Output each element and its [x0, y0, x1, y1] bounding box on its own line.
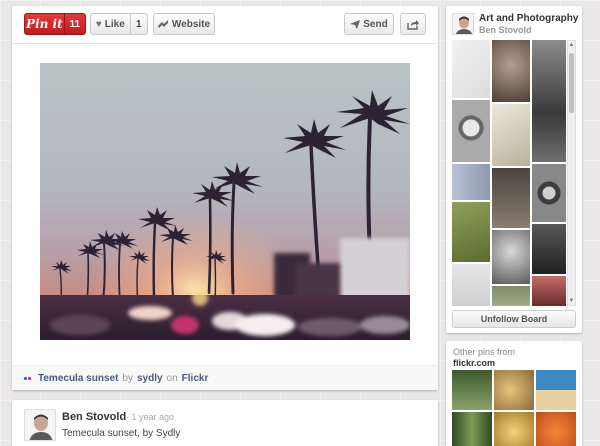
other-pins-source[interactable]: flickr.com: [453, 358, 495, 368]
send-icon: [350, 19, 361, 29]
other-pin-thumbnail[interactable]: [536, 412, 576, 446]
other-pins-thumbnails: [452, 370, 578, 446]
pin-photo[interactable]: [40, 63, 410, 340]
pin-toolbar: Pin it 11 ♥ Like 1 Website Send: [12, 6, 438, 44]
pin-attribution: Temecula sunset by sydly on Flickr: [12, 365, 438, 390]
pin-author-link[interactable]: sydly: [137, 373, 163, 384]
like-count: 1: [129, 14, 147, 34]
caption-on-text: on: [166, 372, 178, 384]
share-button[interactable]: [400, 13, 426, 35]
board-thumbnail[interactable]: [532, 164, 566, 222]
board-thumbnail[interactable]: [492, 230, 530, 284]
other-pin-thumbnail[interactable]: [494, 412, 534, 446]
flickr-icon: [24, 376, 31, 380]
scroll-up-icon[interactable]: ▲: [568, 41, 575, 49]
pin-it-count: 11: [63, 14, 85, 34]
website-icon: [157, 19, 168, 28]
share-icon: [407, 19, 419, 30]
pin-it-button[interactable]: Pin it 11: [24, 13, 86, 35]
scroll-down-icon[interactable]: ▼: [568, 297, 575, 305]
scrollbar-thumb[interactable]: [569, 53, 574, 113]
pin-title-link[interactable]: Temecula sunset: [38, 373, 118, 384]
board-owner[interactable]: Ben Stovold: [479, 25, 532, 35]
board-title[interactable]: Art and Photography: [479, 13, 578, 24]
comment-author-name[interactable]: Ben Stovold: [62, 411, 126, 423]
board-thumbnail[interactable]: [492, 286, 530, 306]
board-thumbnail[interactable]: [452, 40, 490, 98]
avatar[interactable]: [24, 409, 56, 441]
comment-timestamp: · 1 year ago: [126, 412, 175, 422]
caption-by-text: by: [122, 372, 133, 384]
board-thumbnail[interactable]: [492, 104, 530, 166]
like-label: Like: [104, 18, 125, 30]
other-pin-thumbnail[interactable]: [536, 370, 576, 410]
pin-it-label: Pin it: [26, 17, 63, 31]
other-pin-thumbnail[interactable]: [494, 370, 534, 410]
board-thumbnail[interactable]: [532, 276, 566, 306]
comment-text: Temecula sunset, by Sydly: [62, 428, 181, 439]
unfollow-board-button[interactable]: Unfollow Board: [452, 310, 576, 328]
board-scrollbar[interactable]: ▲ ▼: [567, 40, 576, 306]
pin-source-link[interactable]: Flickr: [182, 373, 209, 384]
heart-icon: ♥: [95, 18, 102, 30]
board-thumbnail[interactable]: [492, 168, 530, 228]
send-button[interactable]: Send: [344, 13, 394, 35]
website-button[interactable]: Website: [153, 13, 215, 35]
other-pin-thumbnail[interactable]: [452, 370, 492, 410]
board-owner-avatar[interactable]: [452, 13, 474, 35]
other-pins-card: Other pins from flickr.com: [446, 341, 582, 446]
board-thumbnails: [452, 40, 566, 306]
other-pins-label: Other pins from: [453, 347, 516, 357]
pin-card: Pin it 11 ♥ Like 1 Website Send Temecula…: [12, 6, 438, 390]
other-pins-heading: Other pins from flickr.com: [453, 347, 515, 369]
board-thumbnail[interactable]: [452, 164, 490, 200]
send-label: Send: [363, 18, 388, 30]
board-thumbnail[interactable]: [452, 264, 490, 306]
other-pin-thumbnail[interactable]: [452, 412, 492, 446]
board-thumbnail[interactable]: [452, 202, 490, 262]
board-thumbnail[interactable]: [532, 40, 566, 162]
website-label: Website: [171, 18, 211, 30]
board-thumbnail[interactable]: [452, 100, 490, 162]
board-thumbnail[interactable]: [532, 224, 566, 274]
board-thumbnail[interactable]: [492, 40, 530, 102]
board-card: Art and Photography Ben Stovold ▲ ▼ Unfo…: [446, 6, 582, 333]
like-button[interactable]: ♥ Like 1: [90, 13, 148, 35]
comment-card: Ben Stovold · 1 year ago Temecula sunset…: [12, 400, 438, 446]
